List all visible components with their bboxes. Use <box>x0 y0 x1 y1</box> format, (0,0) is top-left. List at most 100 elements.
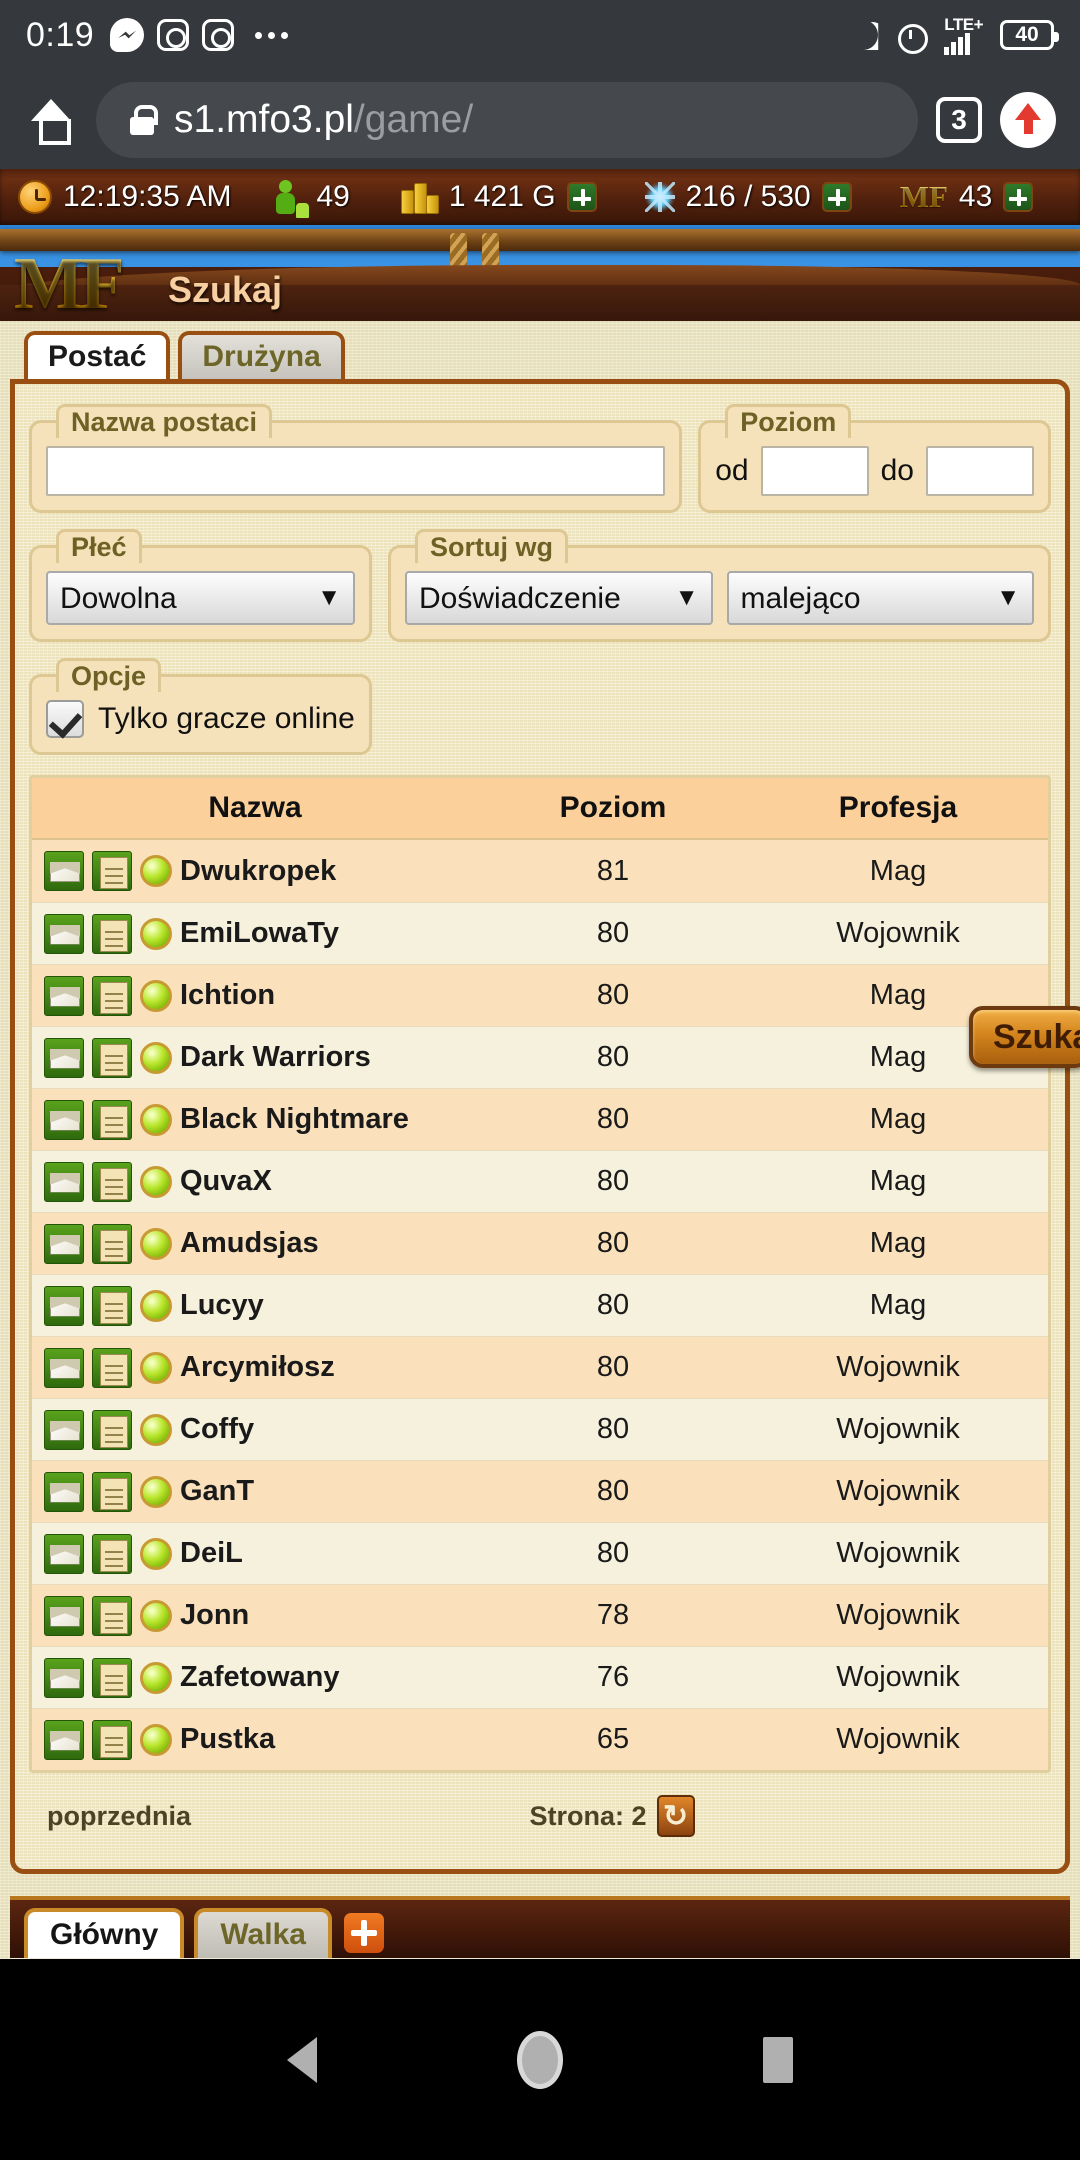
home-icon[interactable] <box>24 93 78 147</box>
table-row[interactable]: Dwukropek 81 Mag <box>32 840 1048 902</box>
home-circle-icon[interactable] <box>517 2030 563 2089</box>
player-name[interactable]: Zafetowany <box>180 1661 340 1694</box>
tab-postac[interactable]: Postać <box>24 331 171 379</box>
player-name[interactable]: QuvaX <box>180 1165 272 1198</box>
previous-page-link[interactable]: poprzednia <box>47 1801 191 1832</box>
mail-icon[interactable] <box>44 975 84 1016</box>
table-row[interactable]: EmiLowaTy 80 Wojownik <box>32 902 1048 964</box>
profile-icon[interactable] <box>92 975 132 1016</box>
cell-name: GanT <box>32 1471 478 1512</box>
table-row[interactable]: Lucyy 80 Mag <box>32 1274 1048 1336</box>
profile-icon[interactable] <box>92 1719 132 1760</box>
online-players[interactable]: 49 <box>275 180 350 214</box>
cell-profession: Mag <box>869 1103 927 1135</box>
cell-level: 80 <box>596 1475 630 1507</box>
back-icon[interactable] <box>287 2036 317 2083</box>
player-name[interactable]: GanT <box>180 1475 254 1508</box>
online-only-checkbox[interactable] <box>46 700 84 738</box>
profile-icon[interactable] <box>92 1471 132 1512</box>
player-name[interactable]: Ichtion <box>180 979 275 1012</box>
mail-icon[interactable] <box>44 1533 84 1574</box>
cell-level: 80 <box>596 1351 630 1383</box>
profile-icon[interactable] <box>92 1533 132 1574</box>
tab-druzyna[interactable]: Drużyna <box>178 331 345 379</box>
page-banner: MF Szukaj <box>0 225 1080 321</box>
table-row[interactable]: Jonn 78 Wojownik <box>32 1584 1048 1646</box>
player-name[interactable]: Arcymiłosz <box>180 1351 335 1384</box>
player-name[interactable]: Dwukropek <box>180 855 336 888</box>
mail-icon[interactable] <box>44 1595 84 1636</box>
table-row[interactable]: GanT 80 Wojownik <box>32 1460 1048 1522</box>
profile-icon[interactable] <box>92 1347 132 1388</box>
table-row[interactable]: Dark Warriors 80 Mag <box>32 1026 1048 1088</box>
mail-icon[interactable] <box>44 1099 84 1140</box>
search-button[interactable]: Szukaj <box>969 1006 1080 1068</box>
cell-name: Dark Warriors <box>32 1037 478 1078</box>
table-row[interactable]: Zafetowany 76 Wojownik <box>32 1646 1048 1708</box>
level-from-input[interactable] <box>760 446 869 496</box>
android-nav-bar <box>0 1959 1080 2160</box>
mail-icon[interactable] <box>44 1409 84 1450</box>
profile-icon[interactable] <box>92 851 132 891</box>
profile-icon[interactable] <box>92 1657 132 1698</box>
player-name[interactable]: Black Nightmare <box>180 1103 409 1136</box>
player-name[interactable]: Jonn <box>180 1599 249 1632</box>
profile-icon[interactable] <box>92 1099 132 1140</box>
profile-icon[interactable] <box>92 1161 132 1202</box>
table-row[interactable]: QuvaX 80 Mag <box>32 1150 1048 1212</box>
online-status-icon <box>140 1723 172 1756</box>
profile-icon[interactable] <box>92 1223 132 1264</box>
mail-icon[interactable] <box>44 913 84 954</box>
level-to-input[interactable] <box>926 446 1034 496</box>
gender-select[interactable]: Dowolna <box>46 571 355 625</box>
column-header-name: Nazwa <box>208 791 302 824</box>
mail-icon[interactable] <box>44 1719 84 1760</box>
profile-icon[interactable] <box>92 1285 132 1326</box>
profile-icon[interactable] <box>92 1595 132 1636</box>
add-energy-button[interactable] <box>821 182 852 212</box>
add-chat-tab-button[interactable] <box>343 1913 384 1953</box>
mail-icon[interactable] <box>44 1037 84 1078</box>
cell-profession: Mag <box>869 1227 927 1259</box>
share-up-icon[interactable] <box>1000 91 1056 148</box>
character-name-input[interactable] <box>46 446 666 496</box>
mail-icon[interactable] <box>44 1347 84 1388</box>
url-path: /game/ <box>353 97 474 141</box>
refresh-icon[interactable] <box>656 1795 695 1837</box>
mail-icon[interactable] <box>44 851 84 891</box>
mail-icon[interactable] <box>44 1657 84 1698</box>
tab-count-button[interactable]: 3 <box>936 96 982 143</box>
cell-profession: Wojownik <box>836 1723 960 1755</box>
player-name[interactable]: Pustka <box>180 1723 275 1756</box>
mail-icon[interactable] <box>44 1161 84 1202</box>
table-row[interactable]: Amudsjas 80 Mag <box>32 1212 1048 1274</box>
profile-icon[interactable] <box>92 1037 132 1078</box>
chat-tab-glowny[interactable]: Główny <box>24 1908 185 1958</box>
player-name[interactable]: Dark Warriors <box>180 1041 371 1074</box>
player-name[interactable]: Coffy <box>180 1413 254 1446</box>
profile-icon[interactable] <box>92 1409 132 1450</box>
add-gold-button[interactable] <box>566 182 597 212</box>
sort-field-select[interactable]: Doświadczenie <box>405 571 713 625</box>
profile-icon[interactable] <box>92 913 132 954</box>
address-bar[interactable]: s1.mfo3.pl/game/ <box>96 81 918 158</box>
player-name[interactable]: Amudsjas <box>180 1227 319 1260</box>
player-name[interactable]: Lucyy <box>180 1289 264 1322</box>
sort-order-select[interactable]: malejąco <box>726 571 1034 625</box>
add-premium-button[interactable] <box>1003 182 1034 212</box>
player-name[interactable]: EmiLowaTy <box>180 917 339 950</box>
online-only-label[interactable]: Tylko gracze online <box>98 702 355 736</box>
mail-icon[interactable] <box>44 1471 84 1512</box>
table-row[interactable]: DeiL 80 Wojownik <box>32 1522 1048 1584</box>
table-row[interactable]: Coffy 80 Wojownik <box>32 1398 1048 1460</box>
mail-icon[interactable] <box>44 1285 84 1326</box>
chat-tab-walka[interactable]: Walka <box>194 1908 332 1958</box>
table-row[interactable]: Pustka 65 Wojownik <box>32 1708 1048 1770</box>
table-row[interactable]: Ichtion 80 Mag <box>32 964 1048 1026</box>
mail-icon[interactable] <box>44 1223 84 1264</box>
recents-icon[interactable] <box>763 2036 793 2083</box>
table-row[interactable]: Black Nightmare 80 Mag <box>32 1088 1048 1150</box>
player-name[interactable]: DeiL <box>180 1537 243 1570</box>
table-row[interactable]: Arcymiłosz 80 Wojownik <box>32 1336 1048 1398</box>
game-logo[interactable]: MF <box>14 242 125 321</box>
